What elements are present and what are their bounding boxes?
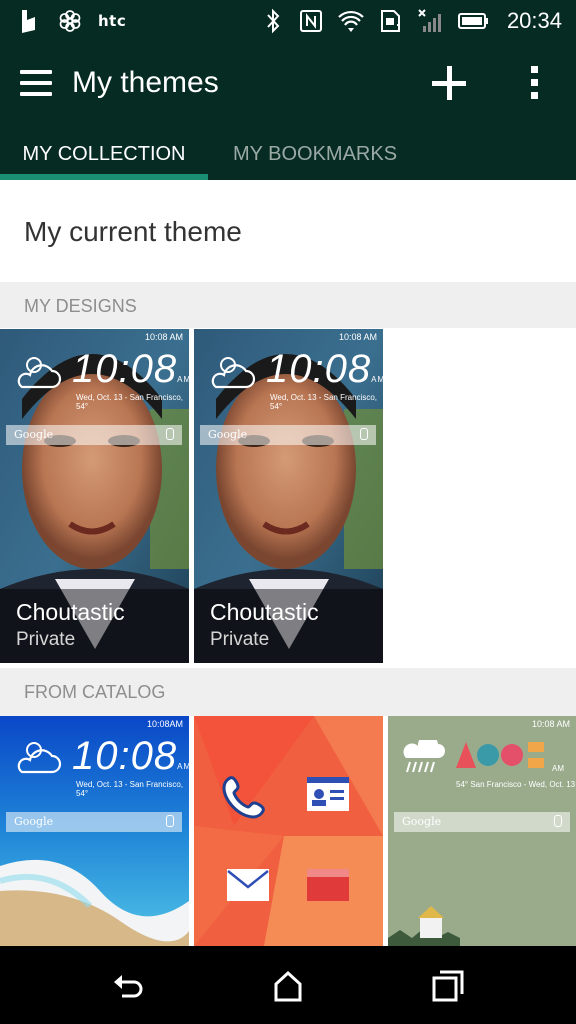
tab-my-collection[interactable]: MY COLLECTION [0, 132, 208, 180]
partly-cloudy-icon [211, 357, 256, 389]
app-bar: My themes MY COLLECTION MY BOOKMARKS [0, 44, 576, 180]
catalog-theme-tile-orange[interactable] [194, 716, 383, 946]
back-icon[interactable] [110, 968, 146, 1004]
theme-visibility: Private [16, 629, 76, 650]
status-time: 20:34 [506, 8, 562, 33]
theme-date: Wed, Oct. 13 - San Francisco, 54° [76, 780, 184, 798]
home-icon[interactable] [270, 968, 306, 1004]
page-title: My themes [72, 66, 219, 99]
mic-icon [166, 815, 174, 827]
add-icon[interactable] [432, 66, 466, 100]
mini-status-time: 10:08 AM [338, 332, 377, 342]
rain-cloud-icon [403, 740, 445, 773]
theme-date: 54° San Francisco - Wed, Oct. 13 [456, 780, 576, 789]
search-bar-preview: Google [200, 425, 376, 445]
search-bar-preview: Google [6, 425, 182, 445]
theme-clock: 10:08AM [266, 347, 383, 391]
theme-name: Choutastic [210, 599, 319, 625]
catalog-theme-tile-beach[interactable]: 10:08AM 10:08AM Wed, Oct. 13 - San Franc… [0, 716, 189, 946]
status-bar: htc 20:34 [0, 0, 576, 44]
nfc-icon [299, 10, 322, 32]
theme-name: Choutastic [16, 599, 125, 625]
theme-date: Wed, Oct. 13 - San Francisco, 54° [270, 393, 378, 411]
recent-apps-icon[interactable] [430, 968, 466, 1004]
geometric-clock-icon [456, 742, 544, 768]
tile-label-area: Choutastic Private [194, 589, 383, 663]
theme-tile-design-1[interactable]: 10:08 AM 10:08AM Wed, Oct. 13 - San Fran… [0, 329, 189, 663]
brand-label: htc [98, 12, 127, 30]
gallery-icon [307, 869, 349, 901]
theme-tile-design-2[interactable]: 10:08 AM 10:08AM Wed, Oct. 13 - San Fran… [194, 329, 383, 663]
mail-icon [227, 869, 269, 901]
more-vert-icon[interactable] [527, 66, 541, 102]
mic-icon [554, 815, 562, 827]
current-theme-row[interactable]: My current theme [0, 180, 576, 282]
mini-status-time: 10:08AM [146, 719, 183, 729]
catalog-theme-tile-green[interactable]: 10:08 AM AM 54° San Francisco - Wed, Oct… [388, 716, 576, 946]
sim-alert-icon [380, 10, 400, 32]
mic-icon [360, 428, 368, 440]
navigation-bar [0, 946, 576, 1024]
partly-cloudy-icon [17, 742, 62, 774]
section-header-my-designs: MY DESIGNS [0, 282, 576, 328]
bluetooth-icon [267, 8, 280, 34]
theme-visibility: Private [210, 629, 270, 650]
theme-date: Wed, Oct. 13 - San Francisco, 54° [76, 393, 184, 411]
ampm-label: AM [552, 764, 564, 773]
contact-card-icon [307, 777, 349, 811]
theme-clock: 10:08AM [72, 347, 189, 391]
search-bar-preview: Google [6, 812, 182, 832]
menu-icon[interactable] [20, 70, 52, 96]
htc-b-icon [22, 10, 35, 33]
section-title: MY DESIGNS [24, 296, 137, 316]
tile-label-area: Choutastic Private [0, 589, 189, 663]
partly-cloudy-icon [17, 357, 62, 389]
current-theme-label: My current theme [24, 216, 242, 247]
tab-bar: MY COLLECTION MY BOOKMARKS [0, 132, 576, 180]
tab-my-bookmarks[interactable]: MY BOOKMARKS [208, 132, 422, 180]
section-title: FROM CATALOG [24, 682, 166, 702]
flower-icon [59, 10, 81, 32]
battery-icon [457, 13, 488, 29]
signal-no-service-icon [418, 9, 441, 32]
wifi-icon [338, 10, 364, 32]
search-bar-preview: Google [394, 812, 570, 832]
mini-status-time: 10:08 AM [144, 332, 183, 342]
section-header-from-catalog: FROM CATALOG [0, 668, 576, 716]
mic-icon [166, 428, 174, 440]
mini-status-time: 10:08 AM [531, 719, 570, 729]
orange-wallpaper [194, 716, 383, 946]
phone-icon [222, 776, 265, 819]
theme-clock: 10:08AM [72, 734, 189, 778]
